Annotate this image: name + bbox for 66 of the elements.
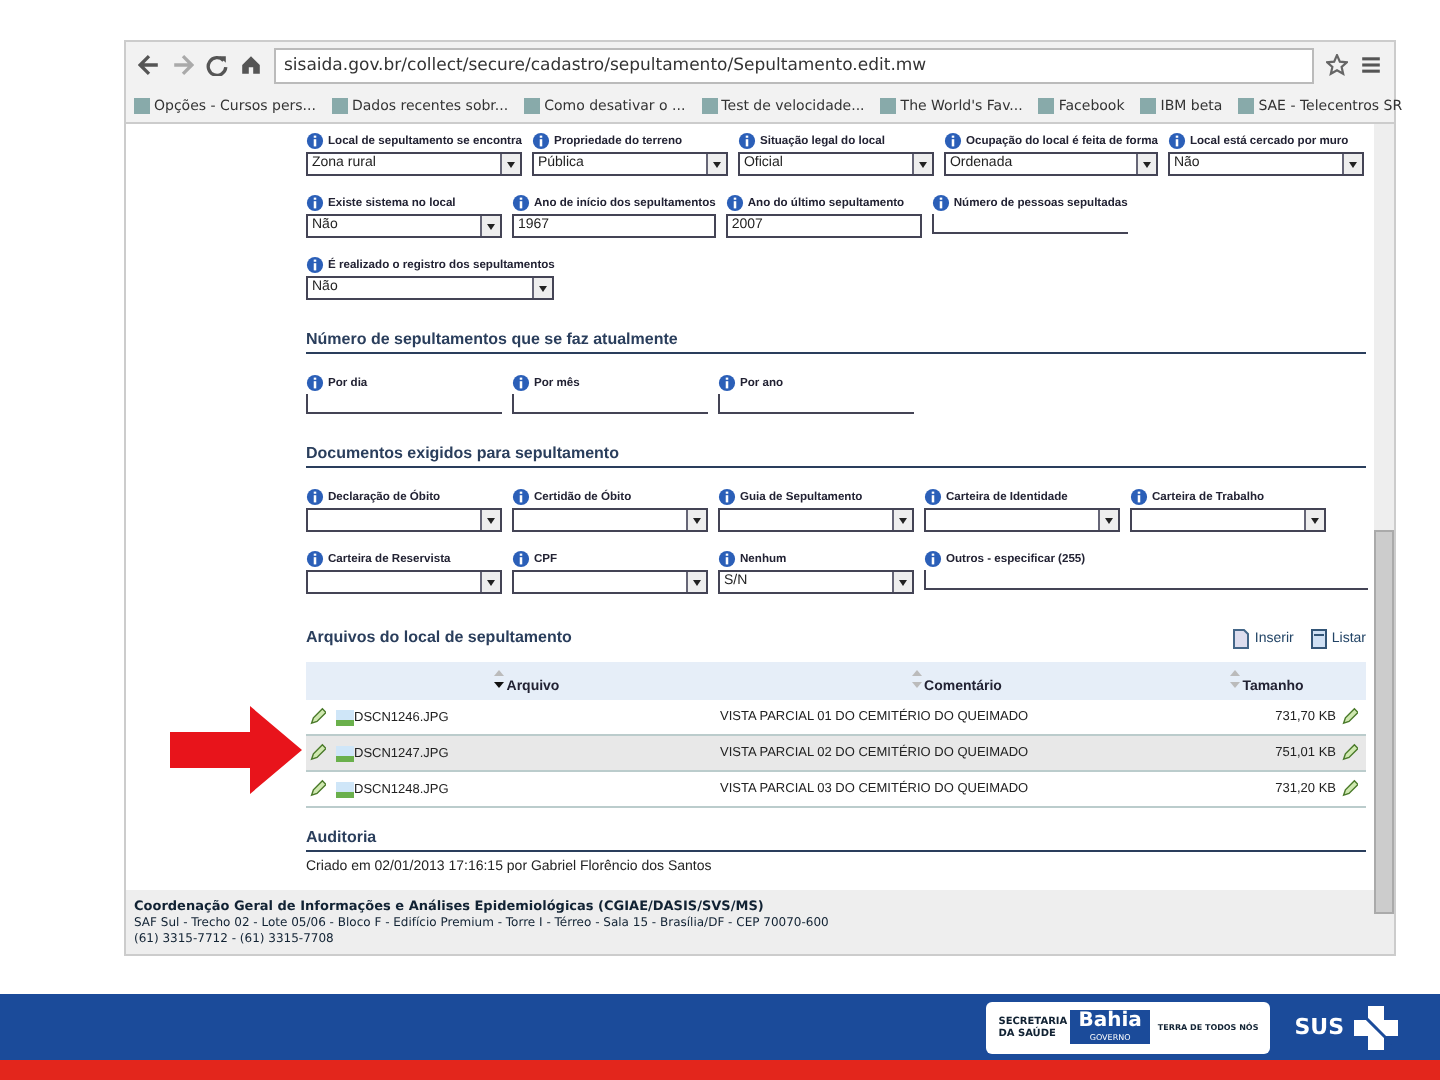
arrow-pointer (170, 706, 302, 794)
dropdown[interactable] (512, 508, 708, 532)
list-icon (1309, 628, 1328, 650)
info-icon[interactable] (512, 550, 530, 568)
dropdown[interactable] (718, 508, 914, 532)
info-icon[interactable] (725, 194, 744, 212)
info-icon[interactable] (737, 132, 756, 150)
section-heading: Documentos exigidos para sepultamento (306, 444, 1366, 468)
logo-text: SUS (1294, 1014, 1344, 1040)
caret-icon (1304, 510, 1324, 530)
caret-icon (911, 154, 932, 174)
info-icon[interactable] (718, 488, 736, 506)
caret-icon (686, 572, 706, 592)
info-icon[interactable] (1167, 132, 1186, 150)
caret-icon (532, 278, 553, 298)
section-heading: Auditoria (306, 828, 1366, 852)
logo-text: Bahia (1078, 1012, 1142, 1032)
caret-icon (1341, 154, 1362, 174)
star-icon[interactable] (1326, 54, 1348, 76)
dropdown[interactable] (512, 570, 708, 594)
info-icon[interactable] (306, 132, 324, 150)
caret-icon (705, 154, 726, 174)
caret-icon (892, 572, 912, 592)
home-icon[interactable] (240, 54, 262, 76)
info-icon[interactable] (306, 194, 324, 212)
section-heading: Número de sepultamentos que se faz atualmente (306, 330, 1366, 354)
info-icon[interactable] (306, 550, 324, 568)
scrollbar[interactable] (1374, 124, 1394, 954)
caret-icon (686, 510, 706, 530)
caret-icon (499, 154, 520, 174)
menu-icon[interactable] (1360, 54, 1382, 76)
input-field[interactable] (924, 570, 1368, 590)
image-icon (336, 709, 354, 725)
info-icon[interactable] (306, 374, 324, 392)
image-icon (336, 781, 354, 797)
info-icon[interactable] (512, 194, 530, 212)
info-icon[interactable] (718, 374, 736, 392)
reload-icon[interactable] (206, 54, 228, 76)
back-icon[interactable] (138, 54, 160, 76)
image-icon (336, 745, 354, 761)
info-icon[interactable] (931, 194, 950, 212)
caret-icon (1098, 510, 1118, 530)
info-icon[interactable] (924, 550, 942, 568)
dropdown[interactable] (924, 508, 1120, 532)
info-icon[interactable] (943, 132, 962, 150)
caret-icon (480, 216, 500, 236)
section-heading: Arquivos do local de sepultamento (306, 628, 572, 650)
dropdown[interactable] (306, 508, 502, 532)
sort-icon[interactable] (492, 668, 507, 690)
info-icon[interactable] (718, 550, 736, 568)
info-icon[interactable] (306, 256, 324, 274)
info-icon[interactable] (306, 488, 324, 506)
info-icon[interactable] (531, 132, 550, 150)
info-icon[interactable] (512, 488, 530, 506)
document-icon (1232, 628, 1251, 650)
dropdown[interactable] (306, 570, 502, 594)
caret-icon (480, 572, 500, 592)
cross-icon (1352, 1003, 1400, 1051)
info-icon[interactable] (512, 374, 530, 392)
caret-icon (892, 510, 912, 530)
info-icon[interactable] (1130, 488, 1148, 506)
caret-icon (480, 510, 500, 530)
address-bar[interactable]: sisaida.gov.br/collect/secure/cadastro/sepultamento/Sepultamento.edit.mw (274, 47, 1314, 83)
caret-icon (1135, 154, 1156, 174)
info-icon[interactable] (924, 488, 942, 506)
dropdown[interactable] (1130, 508, 1326, 532)
